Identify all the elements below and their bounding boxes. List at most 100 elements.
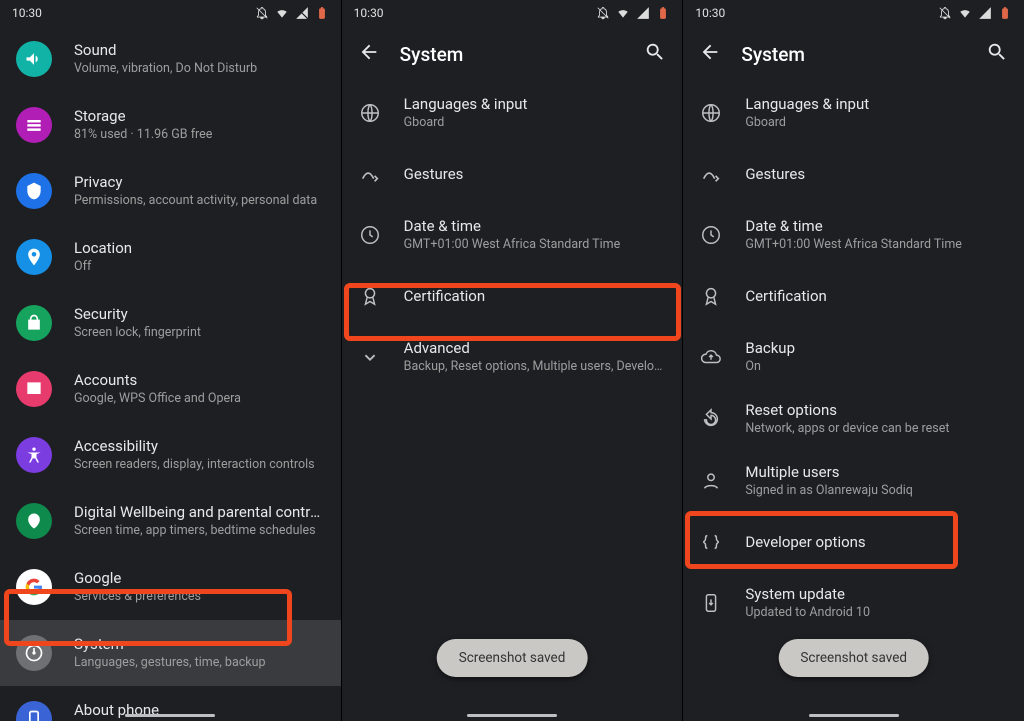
search-button[interactable] <box>644 41 666 67</box>
person-icon <box>699 469 723 493</box>
back-button[interactable] <box>699 41 721 67</box>
reset-icon <box>699 407 723 431</box>
settings-item-sound[interactable]: SoundVolume, vibration, Do Not Disturb <box>0 26 341 92</box>
snackbar[interactable]: Screenshot saved <box>437 639 588 677</box>
label: Reset options <box>745 401 1008 420</box>
system-item-gestures[interactable]: Gestures <box>342 144 683 204</box>
settings-item-system[interactable]: SystemLanguages, gestures, time, backup <box>0 620 341 686</box>
back-button[interactable] <box>358 41 380 67</box>
globe-icon <box>699 101 723 125</box>
system-item-datetime[interactable]: Date & timeGMT+01:00 West Africa Standar… <box>683 204 1024 266</box>
system-item-multiusers[interactable]: Multiple usersSigned in as Olanrewaju So… <box>683 450 1024 512</box>
settings-item-privacy[interactable]: PrivacyPermissions, account activity, pe… <box>0 158 341 224</box>
system-update-icon <box>699 591 723 615</box>
status-bar: 10:30 <box>342 0 683 26</box>
label: System <box>74 635 325 654</box>
status-icons <box>255 6 329 20</box>
nav-handle[interactable] <box>125 714 215 717</box>
label: Gestures <box>745 165 1008 184</box>
settings-item-google[interactable]: GoogleServices & preferences <box>0 554 341 620</box>
sublabel: Services & preferences <box>74 588 325 605</box>
stage: 10:30 SoundVolume, vibration, Do Not Dis… <box>0 0 1024 721</box>
privacy-icon <box>16 173 52 209</box>
label: Location <box>74 239 325 258</box>
sublabel: GMT+01:00 West Africa Standard Time <box>404 236 667 253</box>
label: Date & time <box>404 217 667 236</box>
battery-icon <box>998 6 1012 20</box>
status-icons <box>596 6 670 20</box>
header: System <box>342 26 683 82</box>
status-time: 10:30 <box>695 6 725 20</box>
nav-handle[interactable] <box>467 714 557 717</box>
settings-item-security[interactable]: SecurityScreen lock, fingerprint <box>0 290 341 356</box>
system-item-certification[interactable]: Certification <box>683 266 1024 326</box>
settings-item-location[interactable]: LocationOff <box>0 224 341 290</box>
braces-icon <box>699 530 723 554</box>
globe-icon <box>358 101 382 125</box>
dnd-off-icon <box>596 6 610 20</box>
gestures-icon <box>358 162 382 186</box>
system-list-expanded[interactable]: Languages & inputGboard Gestures Date & … <box>683 82 1024 721</box>
system-item-backup[interactable]: BackupOn <box>683 326 1024 388</box>
snackbar[interactable]: Screenshot saved <box>778 639 929 677</box>
label: Google <box>74 569 325 588</box>
settings-list[interactable]: SoundVolume, vibration, Do Not Disturb S… <box>0 26 341 721</box>
label: Certification <box>404 287 667 306</box>
wifi-icon <box>616 6 630 20</box>
system-item-update[interactable]: System updateUpdated to Android 10 <box>683 572 1024 634</box>
system-item-gestures[interactable]: Gestures <box>683 144 1024 204</box>
system-item-advanced[interactable]: AdvancedBackup, Reset options, Multiple … <box>342 326 683 388</box>
accessibility-icon <box>16 437 52 473</box>
google-icon <box>16 569 52 605</box>
label: Security <box>74 305 325 324</box>
battery-icon <box>656 6 670 20</box>
system-item-datetime[interactable]: Date & timeGMT+01:00 West Africa Standar… <box>342 204 683 266</box>
badge-icon <box>358 284 382 308</box>
settings-item-accounts[interactable]: AccountsGoogle, WPS Office and Opera <box>0 356 341 422</box>
settings-item-wellbeing[interactable]: Digital Wellbeing and parental controlsS… <box>0 488 341 554</box>
system-item-languages[interactable]: Languages & inputGboard <box>683 82 1024 144</box>
security-icon <box>16 305 52 341</box>
status-bar: 10:30 <box>0 0 341 26</box>
sublabel: Off <box>74 258 325 275</box>
sublabel: On <box>745 358 1008 375</box>
clock-icon <box>699 223 723 247</box>
wifi-icon <box>275 6 289 20</box>
phone-2: 10:30 System Languages & inputGboard Ges… <box>341 0 683 721</box>
phone-3: 10:30 System Languages & inputGboard Ges… <box>682 0 1024 721</box>
sound-icon <box>16 41 52 77</box>
accounts-icon <box>16 371 52 407</box>
settings-item-storage[interactable]: Storage81% used · 11.96 GB free <box>0 92 341 158</box>
system-item-languages[interactable]: Languages & inputGboard <box>342 82 683 144</box>
sublabel: Permissions, account activity, personal … <box>74 192 325 209</box>
label: Accounts <box>74 371 325 390</box>
dnd-off-icon <box>938 6 952 20</box>
about-icon <box>16 701 52 721</box>
label: Multiple users <box>745 463 1008 482</box>
system-item-developer[interactable]: Developer options <box>683 512 1024 572</box>
label: Languages & input <box>404 95 667 114</box>
search-button[interactable] <box>986 41 1008 67</box>
system-icon <box>16 635 52 671</box>
sublabel: Updated to Android 10 <box>745 604 1008 621</box>
cloud-icon <box>699 345 723 369</box>
sublabel: Screen readers, display, interaction con… <box>74 456 325 473</box>
signal-icon <box>636 6 650 20</box>
system-item-reset[interactable]: Reset optionsNetwork, apps or device can… <box>683 388 1024 450</box>
location-icon <box>16 239 52 275</box>
system-item-certification[interactable]: Certification <box>342 266 683 326</box>
dnd-off-icon <box>255 6 269 20</box>
sublabel: Google, WPS Office and Opera <box>74 390 325 407</box>
sublabel: Screen lock, fingerprint <box>74 324 325 341</box>
sublabel: Gboard <box>404 114 667 131</box>
wifi-icon <box>958 6 972 20</box>
label: Storage <box>74 107 325 126</box>
nav-handle[interactable] <box>809 714 899 717</box>
label: Privacy <box>74 173 325 192</box>
signal-icon <box>978 6 992 20</box>
gestures-icon <box>699 162 723 186</box>
system-list[interactable]: Languages & inputGboard Gestures Date & … <box>342 82 683 721</box>
status-time: 10:30 <box>354 6 384 20</box>
settings-item-accessibility[interactable]: AccessibilityScreen readers, display, in… <box>0 422 341 488</box>
label: Digital Wellbeing and parental controls <box>74 503 325 522</box>
